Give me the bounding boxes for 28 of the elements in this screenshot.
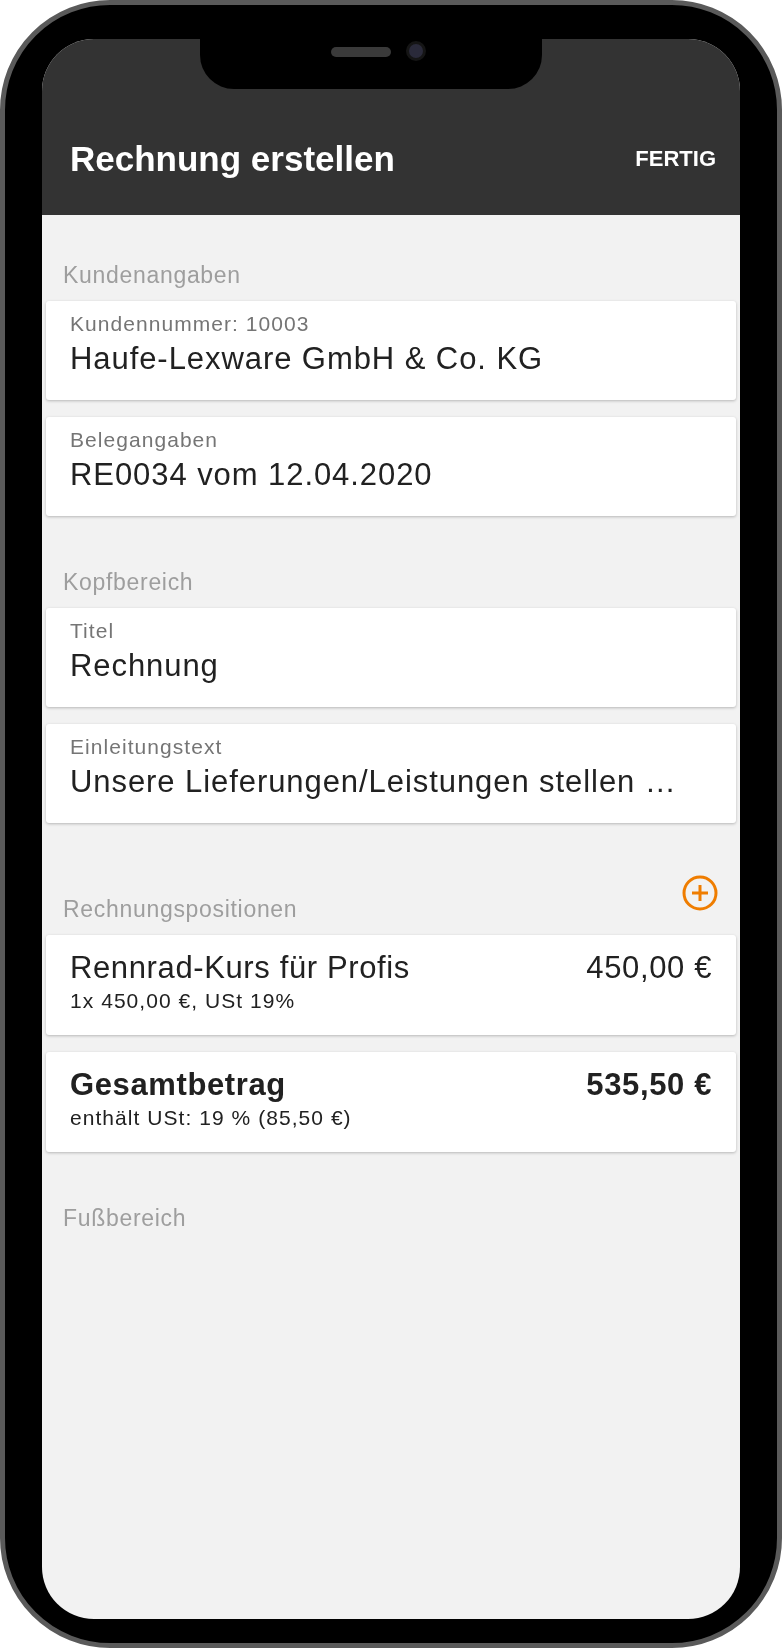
section-heading: Kopfbereich [63, 568, 194, 596]
total-label: Gesamtbetrag [70, 1066, 286, 1104]
field-value: Rechnung [70, 647, 220, 685]
field-label: Kundennummer: 10003 [70, 311, 311, 337]
field-label: Einleitungstext [70, 734, 224, 760]
item-name: Rennrad-Kurs für Profis [70, 949, 410, 987]
total-amount: 535,50 € [586, 1066, 712, 1104]
speaker-grille [331, 47, 391, 57]
field-value: Haufe-Lexware GmbH & Co. KG [70, 340, 545, 378]
page-title: Rechnung erstellen [70, 139, 395, 179]
item-detail: 1x 450,00 €, USt 19% [70, 988, 297, 1014]
field-card[interactable]: Titel Rechnung [46, 608, 736, 707]
section-heading: Kundenangaben [63, 261, 241, 289]
add-icon[interactable] [682, 875, 718, 911]
done-button[interactable]: FERTIG [635, 139, 716, 179]
field-card[interactable]: Kundennummer: 10003 Haufe-Lexware GmbH & Co. KG [46, 301, 736, 400]
section-heading: Rechnungspositionen [63, 895, 298, 923]
field-value: RE0034 vom 12.04.2020 [70, 456, 434, 494]
camera-lens [406, 41, 426, 61]
item-amount: 450,00 € [586, 949, 712, 987]
field-value: Unsere Lieferungen/Leistungen stellen … [70, 763, 678, 801]
field-card[interactable]: Belegangaben RE0034 vom 12.04.2020 [46, 417, 736, 516]
tax-note: enthält USt: 19 % (85,50 €) [70, 1105, 353, 1131]
section-heading: Fußbereich [63, 1204, 187, 1232]
field-card[interactable]: Einleitungstext Unsere Lieferungen/Leistungen stellen … [46, 724, 736, 823]
field-label: Belegangaben [70, 427, 220, 453]
line-item-card[interactable]: Rennrad-Kurs für Profis 450,00 € 1x 450,00 €, USt 19% [46, 935, 736, 1035]
field-label: Titel [70, 618, 116, 644]
